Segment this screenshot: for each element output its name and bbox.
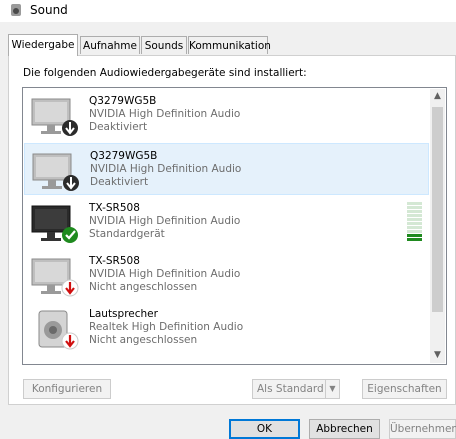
chevron-down-icon[interactable]: ▼ bbox=[325, 380, 339, 398]
ok-button[interactable]: OK bbox=[229, 419, 300, 439]
device-status: Nicht angeschlossen bbox=[89, 281, 198, 293]
tab-aufnahme[interactable]: Aufnahme bbox=[80, 36, 140, 54]
device-name: Q3279WG5B bbox=[89, 95, 157, 107]
device-item[interactable]: TX-SR508 NVIDIA High Definition Audio Ni… bbox=[24, 249, 429, 301]
device-item[interactable]: Q3279WG5B NVIDIA High Definition Audio D… bbox=[24, 89, 429, 141]
monitor-disabled-icon bbox=[31, 98, 78, 136]
monitor-unplugged-icon bbox=[31, 258, 79, 297]
configure-button[interactable]: Konfigurieren bbox=[23, 379, 111, 399]
device-item[interactable]: TX-SR508 NVIDIA High Definition Audio St… bbox=[24, 196, 429, 248]
tab-wiedergabe[interactable]: Wiedergabe bbox=[8, 34, 78, 56]
set-default-label: Als Standard bbox=[257, 383, 324, 395]
device-driver: NVIDIA High Definition Audio bbox=[90, 163, 242, 175]
device-status: Nicht angeschlossen bbox=[89, 334, 198, 346]
device-driver: NVIDIA High Definition Audio bbox=[89, 215, 241, 227]
device-list-heading: Die folgenden Audiowiedergabegeräte sind… bbox=[23, 67, 307, 79]
device-list[interactable]: Q3279WG5B NVIDIA High Definition Audio D… bbox=[22, 87, 447, 365]
device-driver: Realtek High Definition Audio bbox=[89, 321, 244, 333]
device-name: TX-SR508 bbox=[89, 255, 140, 267]
device-name: Q3279WG5B bbox=[90, 150, 158, 162]
scroll-down-icon[interactable]: ▼ bbox=[430, 348, 445, 363]
properties-button[interactable]: Eigenschaften bbox=[362, 379, 447, 399]
device-item[interactable]: Lautsprecher Realtek High Definition Aud… bbox=[24, 302, 429, 354]
monitor-default-icon bbox=[31, 205, 78, 243]
device-status: Standardgerät bbox=[89, 228, 165, 240]
scrollbar-thumb[interactable] bbox=[432, 107, 443, 312]
monitor-disabled-icon bbox=[32, 153, 79, 191]
cancel-button[interactable]: Abbrechen bbox=[309, 419, 380, 439]
tab-kommunikation[interactable]: Kommunikation bbox=[188, 36, 271, 54]
speaker-app-icon bbox=[11, 4, 21, 16]
device-driver: NVIDIA High Definition Audio bbox=[89, 268, 241, 280]
tab-sounds[interactable]: Sounds bbox=[141, 36, 187, 54]
device-status: Deaktiviert bbox=[90, 176, 149, 188]
device-item-selected[interactable]: Q3279WG5B NVIDIA High Definition Audio D… bbox=[24, 143, 429, 195]
window-title: Sound bbox=[30, 3, 68, 17]
speaker-unplugged-icon bbox=[38, 310, 79, 350]
device-name: TX-SR508 bbox=[89, 202, 140, 214]
vertical-scrollbar[interactable]: ▲ ▼ bbox=[430, 89, 445, 363]
device-name: Lautsprecher bbox=[89, 308, 158, 320]
title-bar: Sound bbox=[0, 0, 456, 22]
apply-button[interactable]: Übernehmen bbox=[389, 419, 456, 439]
set-default-button[interactable]: Als Standard ▼ bbox=[252, 379, 340, 399]
scroll-up-icon[interactable]: ▲ bbox=[430, 89, 445, 104]
device-status: Deaktiviert bbox=[89, 121, 148, 133]
device-driver: NVIDIA High Definition Audio bbox=[89, 108, 241, 120]
volume-level-meter bbox=[407, 202, 422, 242]
